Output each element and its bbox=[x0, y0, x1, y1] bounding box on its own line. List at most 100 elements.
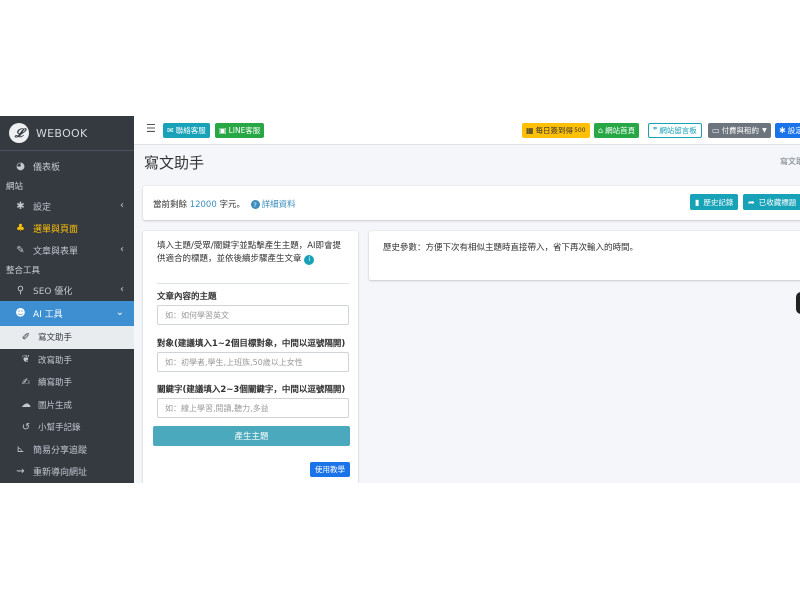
generate-topic-button[interactable]: 產生主題 bbox=[153, 426, 350, 446]
sidebar-item-redirect[interactable]: ⇝ 重新導向網址 bbox=[0, 461, 134, 483]
button-label: 歷史記錄 bbox=[703, 197, 734, 207]
site-home-button[interactable]: ⌂ 網站首頁 bbox=[594, 123, 640, 138]
breadcrumb[interactable]: 寫文助 bbox=[780, 156, 800, 167]
book-icon: ▮ bbox=[695, 197, 700, 207]
topic-form-card: 填入主題/受眾/關鍵字並點擊產生主題，AI即會提供適合的標題，並依後續步驟產生文… bbox=[143, 231, 358, 483]
chevron-left-icon: ‹ bbox=[120, 200, 124, 211]
chevron-down-icon: ⌄ bbox=[115, 307, 124, 318]
feather-icon: ❦ bbox=[21, 354, 31, 366]
sidebar-subitem-write[interactable]: ✐ 寫文助手 bbox=[0, 326, 134, 349]
sidebar-subitem-image[interactable]: ☁ 圖片生成 bbox=[0, 394, 134, 417]
sidebar-item-label: 儀表板 bbox=[33, 162, 61, 173]
divider bbox=[157, 283, 349, 284]
redirect-icon: ⇝ bbox=[16, 466, 25, 477]
line-logo-icon: ▣ bbox=[219, 126, 227, 135]
history-records-button[interactable]: ▮ 歷史記錄 bbox=[690, 194, 739, 210]
sidebar-item-label: 改寫助手 bbox=[38, 355, 73, 366]
sidebar-item-label: AI 工具 bbox=[33, 310, 63, 320]
topic-label: 文章內容的主題 bbox=[157, 292, 217, 302]
button-label: 設定 bbox=[787, 126, 800, 135]
button-label: 每日簽到得 bbox=[535, 126, 574, 135]
info-icon[interactable]: i bbox=[304, 254, 315, 265]
chart-line-icon: ⊾ bbox=[16, 444, 25, 455]
caret-down-icon: ▼ bbox=[762, 127, 767, 134]
sidebar-item-label: 重新導向網址 bbox=[33, 468, 88, 478]
sidebar-section-tools: 整合工具 bbox=[6, 266, 41, 276]
sidebar-item-label: 小幫手記錄 bbox=[38, 423, 81, 434]
detail-link[interactable]: 詳細資料 bbox=[262, 200, 296, 210]
image-gen-icon: ☁ bbox=[21, 399, 31, 411]
brand-name: WEBOOK bbox=[36, 126, 88, 140]
chevron-left-icon: ‹ bbox=[120, 284, 124, 295]
message-board-button[interactable]: ❞ 網站留言板 bbox=[648, 123, 702, 138]
button-label: 聯絡客服 bbox=[175, 126, 206, 135]
comments-icon: ❞ bbox=[653, 126, 658, 135]
brand-logo-icon: 𝓛 bbox=[9, 123, 29, 143]
home-icon: ⌂ bbox=[598, 126, 604, 135]
envelope-icon: ✉ bbox=[167, 126, 174, 135]
share-icon: ➦ bbox=[748, 197, 755, 207]
top-navbar: ☰ ✉ 聯絡客服 ▣ LINE客服 ▦ 每日簽到得 500 ⌂ 網站首頁 ❞ 網… bbox=[134, 116, 800, 145]
quota-card: 當前剩餘 12000 字元。 ? 詳細資料 ▮ 歷史記錄 ➦ 已收藏標題 bbox=[143, 186, 800, 220]
topic-input[interactable] bbox=[157, 305, 349, 325]
sidebar-item-menu-pages[interactable]: ♣ 選單與頁面 bbox=[0, 217, 134, 239]
button-label: 已收藏標題 bbox=[758, 197, 797, 207]
brand-link[interactable]: 𝓛 WEBOOK bbox=[0, 116, 134, 151]
gear-icon: ✱ bbox=[779, 126, 786, 135]
sidebar-item-label: 簡易分享追蹤 bbox=[33, 446, 88, 456]
floating-widget-handle[interactable] bbox=[796, 292, 800, 314]
contact-support-button[interactable]: ✉ 聯絡客服 bbox=[163, 123, 210, 138]
line-support-button[interactable]: ▣ LINE客服 bbox=[215, 123, 265, 138]
edit-icon: ✎ bbox=[16, 244, 25, 256]
payment-lease-dropdown[interactable]: ▭ 付費與租約 ▼ bbox=[708, 123, 771, 138]
daily-checkin-button[interactable]: ▦ 每日簽到得 500 bbox=[522, 123, 590, 138]
sidebar: 𝓛 WEBOOK ◕ 儀表板 網站 ✱ 設定 ‹ ♣ 選單與頁面 ✎ 文章與表單… bbox=[0, 116, 134, 483]
sidebar-item-share-tracking[interactable]: ⊾ 簡易分享追蹤 bbox=[0, 439, 134, 461]
sidebar-subitem-rewrite[interactable]: ❦ 改寫助手 bbox=[0, 349, 134, 372]
robot-icon: ☻ bbox=[15, 308, 26, 319]
chevron-left-icon: ‹ bbox=[120, 244, 124, 255]
audience-input[interactable] bbox=[157, 352, 349, 372]
sidebar-item-articles[interactable]: ✎ 文章與表單 ‹ bbox=[0, 239, 134, 261]
search-icon: ⚲ bbox=[16, 284, 25, 296]
button-label: 網站留言板 bbox=[659, 126, 697, 135]
button-label: 付費與租約 bbox=[721, 126, 760, 135]
sidebar-subitem-continue[interactable]: ✍ 續寫助手 bbox=[0, 371, 134, 394]
history-icon: ↺ bbox=[21, 421, 31, 433]
page-title: 寫文助手 bbox=[144, 154, 205, 172]
saved-titles-button[interactable]: ➦ 已收藏標題 bbox=[743, 194, 800, 210]
remain-suffix: 字元。 bbox=[216, 200, 245, 210]
keywords-label: 關鍵字(建議填入2~3個關鍵字，中間以逗號隔開) bbox=[157, 385, 346, 395]
card-icon: ▭ bbox=[712, 126, 720, 135]
sidebar-item-label: 續寫助手 bbox=[38, 378, 73, 389]
dashboard-icon: ◕ bbox=[16, 160, 25, 172]
history-params-text: 歷史參數：方便下次有相似主題時直接帶入，省下再次輸入的時間。 bbox=[383, 243, 639, 253]
remain-prefix: 當前剩餘 bbox=[153, 200, 190, 210]
settings-button[interactable]: ✱ 設定 bbox=[775, 123, 800, 138]
sidebar-item-label: SEO 優化 bbox=[33, 286, 73, 297]
history-params-card: 歷史參數：方便下次有相似主題時直接帶入，省下再次輸入的時間。 bbox=[369, 231, 800, 280]
button-label: 網站首頁 bbox=[605, 126, 636, 135]
hamburger-menu-icon[interactable]: ☰ bbox=[146, 122, 156, 135]
sidebar-item-label: 文章與表單 bbox=[33, 246, 79, 257]
sidebar-subitem-history[interactable]: ↺ 小幫手記錄 bbox=[0, 416, 134, 439]
sidebar-item-ai-tools[interactable]: ☻ AI 工具 ⌄ bbox=[0, 301, 134, 326]
sidebar-section-site: 網站 bbox=[6, 182, 24, 192]
remain-count: 12000 bbox=[189, 200, 217, 210]
audience-label: 對象(建議填入1~2個目標對象，中間以逗號隔開) bbox=[157, 339, 346, 349]
form-description: 填入主題/受眾/關鍵字並點擊產生主題，AI即會提供適合的標題，並依後續步驟產生文… bbox=[157, 240, 347, 266]
sidebar-item-dashboard[interactable]: ◕ 儀表板 bbox=[0, 155, 134, 177]
sitemap-icon: ♣ bbox=[16, 222, 25, 234]
keywords-input[interactable] bbox=[157, 398, 349, 418]
question-icon: ? bbox=[250, 200, 260, 209]
sidebar-item-label: 圖片生成 bbox=[38, 400, 73, 411]
calendar-icon: ▦ bbox=[526, 126, 534, 135]
content-header: 寫文助手 bbox=[144, 152, 204, 173]
button-label: LINE客服 bbox=[228, 126, 261, 135]
sidebar-item-seo[interactable]: ⚲ SEO 優化 ‹ bbox=[0, 279, 134, 301]
app-frame: 𝓛 WEBOOK ◕ 儀表板 網站 ✱ 設定 ‹ ♣ 選單與頁面 ✎ 文章與表單… bbox=[0, 116, 800, 483]
gear-icon: ✱ bbox=[16, 200, 25, 212]
pencil-icon: ✐ bbox=[21, 331, 31, 343]
sidebar-item-settings[interactable]: ✱ 設定 ‹ bbox=[0, 195, 134, 217]
tutorial-button[interactable]: 使用教學 bbox=[310, 462, 350, 477]
